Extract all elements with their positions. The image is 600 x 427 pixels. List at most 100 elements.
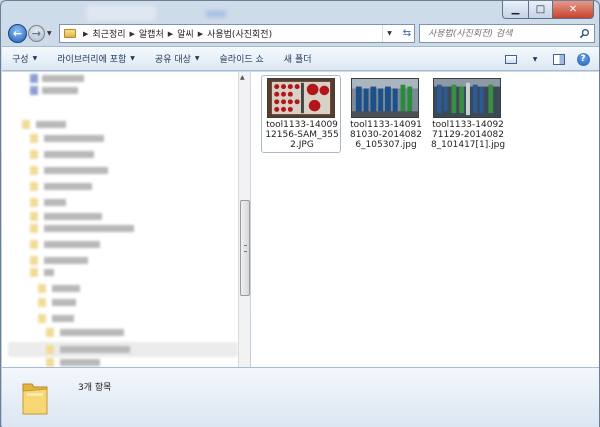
navigation-pane[interactable]	[2, 72, 238, 367]
blurred-nav-item[interactable]	[46, 328, 146, 337]
file-name-line: 71129-2014082	[432, 130, 504, 140]
file-name-line: 81030-2014082	[350, 130, 422, 140]
help-icon: ?	[576, 52, 590, 66]
blurred-nav-item[interactable]	[30, 198, 120, 207]
chevron-right-icon[interactable]: ▶	[168, 30, 173, 38]
organize-button[interactable]: 구성 ▼	[2, 52, 47, 65]
nav-item-label	[44, 135, 104, 142]
chevron-right-icon[interactable]: ▶	[198, 30, 203, 38]
blurred-nav-item[interactable]	[30, 150, 120, 159]
explorer-window: ▁ □ ✕ ← → ▼ ▶ 최근정리 ▶ 알캡처 ▶ 알씨 ▶ 사용법(사진회전…	[0, 0, 600, 427]
search-input[interactable]	[428, 28, 578, 39]
preview-pane-icon	[553, 53, 565, 65]
nav-item-icon	[30, 198, 38, 207]
blurred-nav-item[interactable]	[30, 256, 120, 265]
nav-item-label	[44, 183, 92, 190]
recent-pages-dropdown[interactable]: ▼	[47, 30, 52, 37]
blurred-nav-item[interactable]	[30, 212, 120, 221]
blurred-nav-item[interactable]	[22, 120, 92, 129]
file-item[interactable]: tool1133-14009 12156-SAM_355 2.JPG	[261, 75, 341, 153]
nav-item-icon	[46, 345, 54, 354]
file-list[interactable]: tool1133-14009 12156-SAM_355 2.JPG tool1…	[251, 72, 599, 367]
blurred-nav-item[interactable]	[30, 166, 120, 175]
caret-down-icon: ▼	[194, 55, 200, 62]
arrow-left-icon: ←	[12, 27, 23, 40]
minimize-button[interactable]: ▁	[502, 1, 528, 19]
nav-item-label	[36, 121, 66, 128]
file-item[interactable]: tool1133-14091 81030-2014082 6_105307.jp…	[345, 75, 425, 153]
close-button[interactable]: ✕	[552, 1, 594, 19]
nav-item-icon	[30, 224, 38, 233]
blurred-nav-item[interactable]	[30, 74, 90, 83]
blurred-nav-item[interactable]	[30, 182, 120, 191]
caret-down-icon: ▼	[532, 55, 538, 63]
file-name-line: tool1133-14009	[266, 120, 338, 130]
nav-item-label	[44, 269, 54, 276]
nav-item-label	[44, 257, 88, 264]
image-thumbnail	[433, 78, 501, 118]
command-bar: 구성 ▼ 라이브러리에 포함 ▼ 공유 대상 ▼ 슬라이드 쇼 새 폴더 ▼ ?	[2, 46, 599, 71]
caret-down-icon: ▼	[130, 55, 135, 62]
nav-item-icon	[22, 120, 30, 129]
nav-pane-scrollbar[interactable]: ▲	[238, 72, 250, 367]
nav-item-label	[60, 359, 100, 366]
views-icon	[505, 54, 517, 64]
breadcrumb-segment[interactable]: 사용법(사진회전)	[207, 27, 272, 40]
include-in-library-button[interactable]: 라이브러리에 포함 ▼	[47, 52, 145, 65]
blurred-nav-item[interactable]	[30, 134, 120, 143]
breadcrumb-segment[interactable]: 최근정리	[92, 27, 125, 40]
nav-item-icon	[38, 314, 46, 323]
search-icon[interactable]	[579, 28, 590, 39]
file-item[interactable]: tool1133-14092 71129-2014082 8_101417[1]…	[427, 75, 507, 153]
nav-item-icon	[30, 86, 38, 95]
blurred-nav-item[interactable]	[46, 345, 146, 354]
nav-item-icon	[30, 256, 38, 265]
blurred-nav-item[interactable]	[30, 240, 120, 249]
forward-button[interactable]: →	[28, 25, 45, 42]
blurred-nav-item[interactable]	[30, 268, 120, 277]
blurred-nav-item[interactable]	[30, 224, 140, 233]
nav-item-label	[44, 213, 102, 220]
nav-item-label	[44, 225, 134, 232]
preview-pane-button[interactable]	[551, 52, 567, 66]
help-button[interactable]: ?	[575, 52, 591, 66]
file-name-line: 12156-SAM_355	[265, 130, 339, 140]
item-count: 3개 항목	[78, 383, 112, 393]
search-box[interactable]	[419, 24, 595, 43]
share-with-button[interactable]: 공유 대상 ▼	[145, 52, 210, 65]
toolbar-right: ▼ ?	[503, 52, 591, 66]
nav-item-label	[44, 241, 100, 248]
blurred-nav-item[interactable]	[38, 284, 128, 293]
change-view-button[interactable]	[503, 52, 519, 66]
address-bar[interactable]: ▶ 최근정리 ▶ 알캡처 ▶ 알씨 ▶ 사용법(사진회전) ▼	[59, 24, 415, 43]
breadcrumb-segment[interactable]: 알씨	[177, 27, 194, 40]
folder-icon	[22, 383, 48, 415]
image-thumbnail	[351, 78, 419, 118]
breadcrumb-segment[interactable]: 알캡처	[139, 27, 164, 40]
blurred-nav-item[interactable]	[38, 298, 128, 307]
blurred-nav-item[interactable]	[38, 314, 128, 323]
caption-buttons: ▁ □ ✕	[502, 1, 594, 19]
blurred-nav-item[interactable]	[46, 358, 146, 367]
nav-item-icon	[38, 298, 46, 307]
arrow-right-icon: →	[31, 27, 42, 40]
nav-item-label	[60, 329, 124, 336]
nav-item-icon	[46, 358, 54, 367]
maximize-button[interactable]: □	[528, 1, 552, 19]
back-button[interactable]: ←	[8, 24, 27, 43]
scroll-up-icon[interactable]: ▲	[240, 74, 245, 81]
refresh-button[interactable]: ⇆	[399, 26, 415, 41]
nav-item-label	[44, 199, 66, 206]
folder-icon	[64, 29, 76, 38]
share-with-label: 공유 대상	[154, 55, 191, 65]
grip-icon	[244, 245, 247, 252]
scrollbar-thumb[interactable]	[240, 200, 250, 296]
slide-show-button[interactable]: 슬라이드 쇼	[210, 52, 274, 65]
address-dropdown-button[interactable]: ▼	[382, 25, 396, 42]
file-name-line: 6_105307.jpg	[355, 140, 417, 150]
view-options-dropdown[interactable]: ▼	[527, 52, 543, 66]
chevron-right-icon[interactable]: ▶	[130, 30, 135, 38]
chevron-right-icon[interactable]: ▶	[83, 30, 88, 38]
new-folder-button[interactable]: 새 폴더	[274, 52, 322, 65]
blurred-nav-item[interactable]	[30, 86, 90, 95]
